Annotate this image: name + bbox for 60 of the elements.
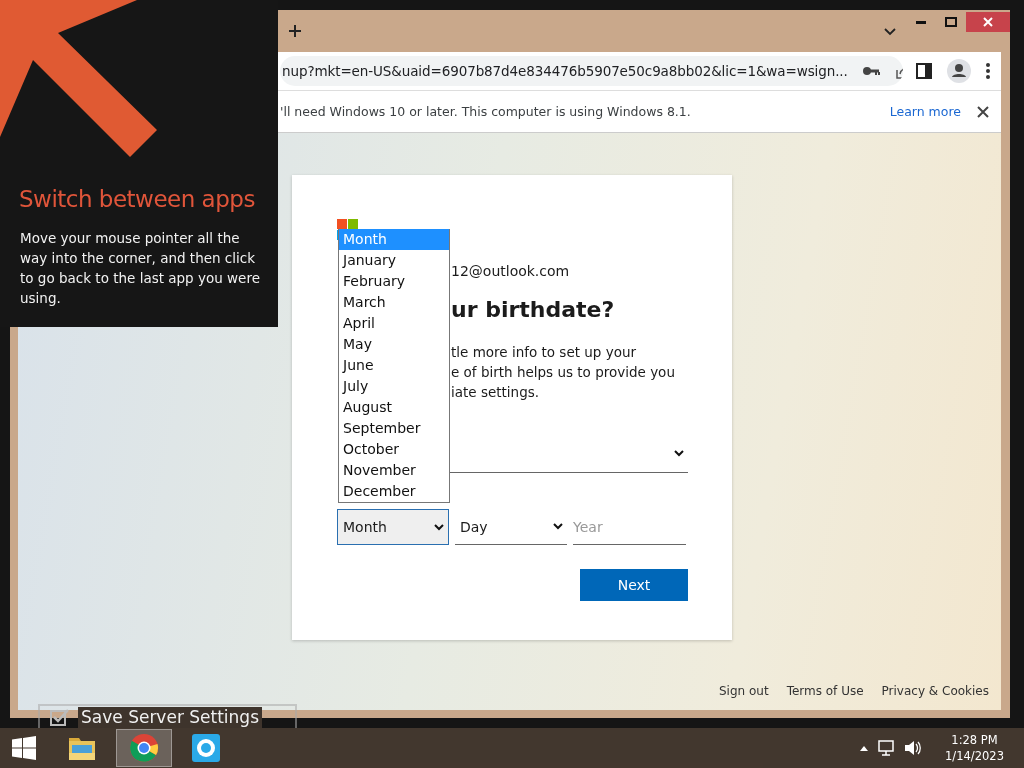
clock-date: 1/14/2023 — [945, 748, 1004, 764]
windows-logo-icon — [12, 736, 36, 760]
year-field[interactable]: Year — [573, 509, 686, 545]
address-bar[interactable]: nup?mkt=en-US&uaid=6907b87d4e834476b5907e50c9a8bb02&lic=1&wa=wsign... — [280, 56, 903, 86]
close-button[interactable] — [966, 12, 1010, 32]
chrome-icon — [129, 733, 159, 763]
network-icon — [878, 740, 895, 756]
ghost-caption: Save Server Settings — [78, 706, 262, 728]
description-text: iate settings. — [451, 383, 541, 402]
month-select[interactable]: Month — [337, 509, 449, 545]
month-option[interactable]: August — [339, 397, 449, 418]
learn-more-link[interactable]: Learn more — [889, 104, 961, 119]
chevron-down-icon — [553, 523, 563, 530]
close-icon — [977, 105, 989, 118]
minimize-icon — [916, 20, 926, 24]
month-option[interactable]: June — [339, 355, 449, 376]
month-option[interactable]: September — [339, 418, 449, 439]
profile-button[interactable] — [947, 59, 971, 83]
description-text: e of birth helps us to provide you — [451, 363, 676, 382]
new-tab-button[interactable] — [288, 24, 302, 38]
more-vertical-icon — [985, 62, 991, 80]
chevron-down-icon — [884, 28, 896, 36]
clock-time: 1:28 PM — [951, 732, 998, 748]
menu-button[interactable] — [985, 62, 991, 80]
profile-icon — [947, 59, 971, 83]
month-option[interactable]: July — [339, 376, 449, 397]
maximize-icon — [945, 17, 957, 27]
chevron-down-icon — [434, 523, 444, 531]
month-option[interactable]: December — [339, 481, 449, 502]
chevron-down-icon — [674, 449, 684, 457]
month-option[interactable]: March — [339, 292, 449, 313]
checkbox-icon — [50, 708, 70, 726]
month-option[interactable]: November — [339, 460, 449, 481]
speaker-icon — [904, 739, 922, 757]
month-option[interactable]: April — [339, 313, 449, 334]
tip-arrow-icon — [0, 0, 158, 158]
month-option[interactable]: February — [339, 271, 449, 292]
tab-search-button[interactable] — [884, 28, 896, 36]
tip-title: Switch between apps — [19, 186, 255, 212]
warning-message: 'll need Windows 10 or later. This computer is using Windows 8.1. — [280, 104, 692, 119]
footer-link[interactable]: Terms of Use — [786, 684, 864, 698]
tip-body-text: Move your mouse pointer all the way into the corner, and then click to go back to the last app you were using. — [20, 229, 261, 308]
description-text: tle more info to set up your — [451, 343, 638, 362]
footer-link[interactable]: Privacy & Cookies — [881, 684, 989, 698]
day-select[interactable]: Day — [455, 509, 567, 545]
caret-up-icon — [860, 744, 869, 752]
side-panel-icon — [915, 62, 933, 80]
close-icon — [983, 17, 993, 27]
dismiss-button[interactable] — [977, 105, 989, 118]
skype-icon — [191, 733, 221, 763]
month-option[interactable]: May — [339, 334, 449, 355]
url-text: nup?mkt=en-US&uaid=6907b87d4e834476b5907e50c9a8bb02&lic=1&wa=wsign... — [282, 63, 848, 79]
month-option[interactable]: January — [339, 250, 449, 271]
next-button[interactable]: Next — [580, 569, 688, 601]
plus-icon — [288, 24, 302, 38]
month-option[interactable]: October — [339, 439, 449, 460]
email-text: 12@outlook.com — [451, 262, 571, 280]
page-heading: ur birthdate? — [451, 297, 616, 323]
side-panel-button[interactable] — [915, 62, 933, 80]
footer-link[interactable]: Sign out — [719, 684, 769, 698]
